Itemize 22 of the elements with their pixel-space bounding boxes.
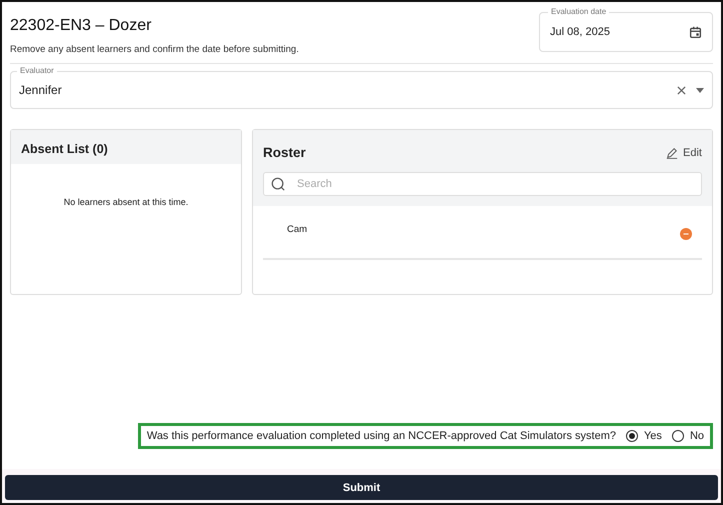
remove-icon[interactable] [680,228,692,240]
empty-message: No learners absent at this time. [62,197,190,207]
calendar-icon[interactable] [689,26,702,38]
instructions-text: Remove any absent learners and confirm the date before submitting. [10,44,299,55]
field-label: Evaluation date [548,7,610,16]
edit-button[interactable]: Edit [666,146,702,158]
dropdown-caret-icon[interactable] [696,88,704,92]
field-label: Evaluator [17,66,57,75]
radio-option[interactable]: No [672,430,704,442]
learner-name: Cam [287,224,308,234]
search-icon [271,177,286,192]
panel-title: Roster [263,145,306,160]
question-text: Was this performance evaluation completed using an NCCER-approved Cat Simulators system? [146,430,616,442]
radio-option[interactable]: Yes [626,430,662,442]
radio-button[interactable] [626,430,638,442]
radio-button[interactable] [672,430,684,442]
pencil-icon [666,146,678,158]
clear-icon[interactable] [677,86,686,94]
submit-button[interactable]: Submit [5,475,718,500]
search-field[interactable]: Search [263,172,702,196]
panel-title: Absent List (0) [21,142,108,156]
page-title: 22302-EN3 – Dozer [10,17,152,35]
